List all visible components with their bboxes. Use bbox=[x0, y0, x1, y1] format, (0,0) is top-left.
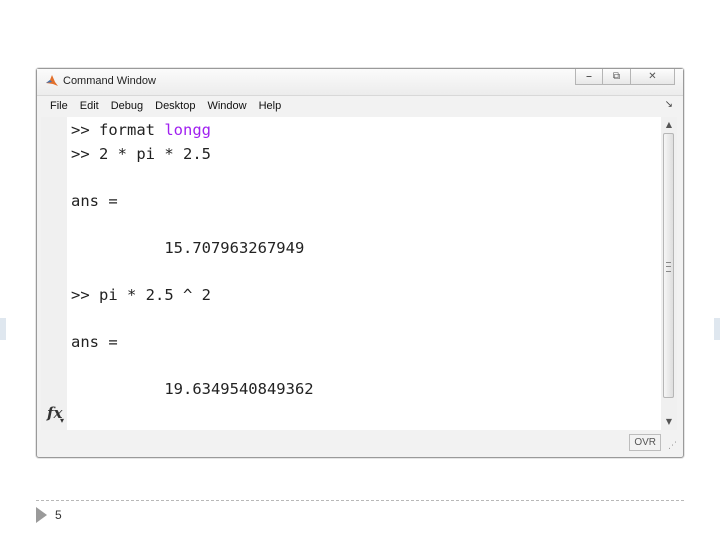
console-gutter: fx ▾ bbox=[41, 117, 67, 430]
resize-grip-icon[interactable]: ⋰ bbox=[668, 441, 677, 451]
command-text: 2 * pi * 2.5 bbox=[99, 145, 211, 163]
close-button[interactable]: ✕ bbox=[631, 69, 675, 85]
result-value: 15.707963267949 bbox=[71, 239, 305, 257]
console-line: 15.707963267949 bbox=[71, 239, 304, 257]
console-line: >> 2 * pi * 2.5 bbox=[71, 145, 211, 163]
scrollbar-thumb[interactable] bbox=[663, 133, 674, 398]
scroll-up-icon[interactable]: ▲ bbox=[663, 119, 675, 131]
console-line: ans = bbox=[71, 192, 118, 210]
prompt: >> bbox=[71, 286, 99, 304]
result-value: 19.6349540849362 bbox=[71, 380, 314, 398]
scroll-down-icon[interactable]: ▼ bbox=[663, 416, 675, 428]
console-line: >> pi * 2.5 ^ 2 bbox=[71, 286, 211, 304]
menu-bar: File Edit Debug Desktop Window Help ↘ bbox=[41, 96, 679, 116]
keyword-text: longg bbox=[164, 121, 211, 139]
status-bar: OVR ⋰ bbox=[41, 431, 679, 453]
command-window: Command Window ⎯ ⧉ ✕ File Edit Debug Des… bbox=[36, 68, 684, 458]
output-text: ans = bbox=[71, 333, 118, 351]
menu-window[interactable]: Window bbox=[207, 100, 246, 112]
command-text: pi * 2.5 ^ 2 bbox=[99, 286, 211, 304]
slide-side-accent-left bbox=[0, 318, 6, 340]
slide-side-accent-right bbox=[714, 318, 720, 340]
window-title: Command Window bbox=[63, 75, 156, 87]
title-bar[interactable]: Command Window ⎯ ⧉ ✕ bbox=[37, 69, 683, 96]
undock-button[interactable]: ⧉ bbox=[603, 69, 631, 85]
chevron-down-icon[interactable]: ↘ bbox=[665, 99, 673, 110]
page-number: 5 bbox=[55, 508, 62, 522]
prompt: >> bbox=[71, 121, 99, 139]
slide-bullet-icon bbox=[36, 507, 47, 523]
function-browser-arrow-icon[interactable]: ▾ bbox=[60, 416, 64, 425]
console-output: >> format longg >> 2 * pi * 2.5 ans = 15… bbox=[71, 121, 657, 430]
console-area[interactable]: fx ▾ >> format longg >> 2 * pi * 2.5 ans… bbox=[41, 117, 661, 430]
command-text: format bbox=[99, 121, 165, 139]
output-text: ans = bbox=[71, 192, 118, 210]
menu-edit[interactable]: Edit bbox=[80, 100, 99, 112]
console-line: 19.6349540849362 bbox=[71, 380, 314, 398]
menu-debug[interactable]: Debug bbox=[111, 100, 143, 112]
menu-file[interactable]: File bbox=[50, 100, 68, 112]
matlab-logo-icon bbox=[46, 75, 58, 86]
minimize-button[interactable]: ⎯ bbox=[575, 69, 603, 85]
slide-divider bbox=[36, 500, 684, 501]
console-line: ans = bbox=[71, 333, 118, 351]
console-line: >> format longg bbox=[71, 121, 211, 139]
prompt: >> bbox=[71, 145, 99, 163]
overwrite-mode-indicator[interactable]: OVR bbox=[629, 434, 661, 451]
window-controls: ⎯ ⧉ ✕ bbox=[575, 69, 675, 87]
menu-help[interactable]: Help bbox=[259, 100, 282, 112]
vertical-scrollbar[interactable]: ▲ ▼ bbox=[661, 117, 677, 430]
menu-desktop[interactable]: Desktop bbox=[155, 100, 195, 112]
grip-icon bbox=[666, 262, 671, 272]
